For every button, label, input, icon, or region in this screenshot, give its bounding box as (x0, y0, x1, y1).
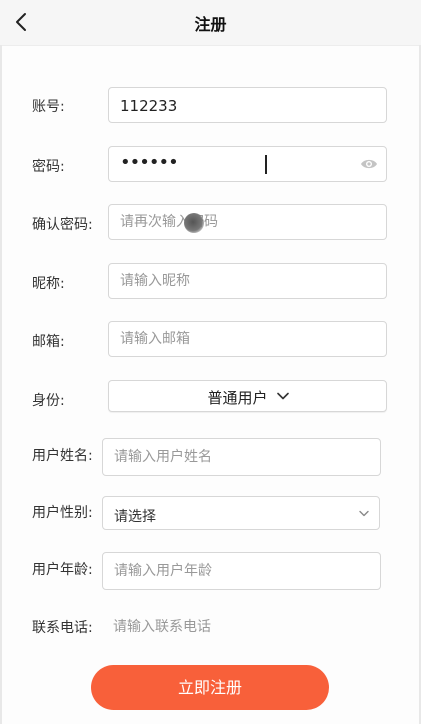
role-label: 身份: (32, 393, 65, 409)
confirm-password-input[interactable] (109, 205, 386, 239)
confirm-password-field[interactable] (108, 204, 387, 240)
chevron-down-icon (359, 510, 369, 517)
contact-phone-input[interactable] (102, 611, 394, 643)
password-label: 密码: (32, 159, 65, 175)
nickname-label: 昵称: (32, 276, 65, 292)
password-masked-value: •••••• (120, 152, 179, 173)
nickname-field[interactable] (108, 263, 387, 299)
user-name-label: 用户姓名: (32, 448, 93, 464)
contact-phone-label: 联系电话: (32, 620, 93, 636)
account-field[interactable]: 112233 (108, 87, 387, 123)
user-gender-selected-value: 请选择 (114, 509, 156, 525)
account-label: 账号: (32, 99, 65, 115)
chevron-down-icon (277, 392, 289, 400)
left-border (0, 45, 2, 724)
nickname-input[interactable] (109, 264, 386, 298)
email-field[interactable] (108, 321, 387, 357)
touch-pointer-indicator (184, 213, 204, 233)
text-caret (265, 155, 267, 174)
password-field[interactable]: •••••• (108, 146, 387, 182)
user-name-input[interactable] (103, 439, 380, 475)
user-age-field[interactable] (102, 552, 381, 590)
email-label: 邮箱: (32, 334, 65, 350)
page-title: 注册 (194, 15, 227, 34)
role-select[interactable]: 普通用户 (108, 380, 387, 412)
user-age-input[interactable] (103, 553, 380, 589)
account-value: 112233 (120, 97, 178, 115)
email-input[interactable] (109, 322, 386, 356)
top-bar: 注册 (0, 0, 421, 46)
user-age-label: 用户年龄: (32, 562, 93, 578)
role-selected-value: 普通用户 (207, 389, 268, 407)
eye-icon[interactable] (360, 157, 378, 171)
register-button[interactable]: 立即注册 (91, 665, 329, 710)
confirm-password-label: 确认密码: (32, 217, 93, 233)
user-gender-select[interactable]: 请选择 (102, 496, 380, 530)
user-gender-label: 用户性别: (32, 505, 93, 521)
user-name-field[interactable] (102, 438, 381, 476)
